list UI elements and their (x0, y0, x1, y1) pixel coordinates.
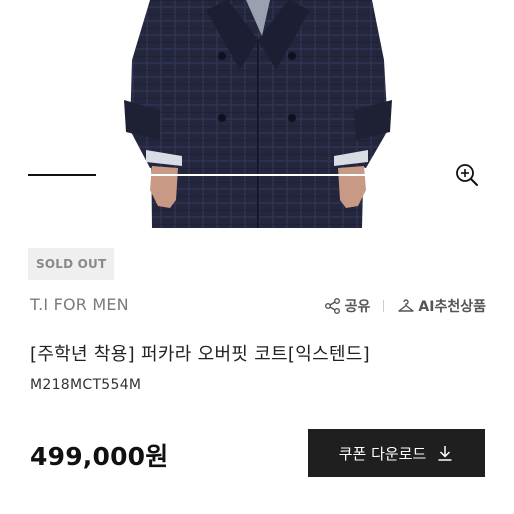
product-actions: 공유 AI추천상품 (324, 296, 486, 316)
coupon-download-button[interactable]: 쿠폰 다운로드 (308, 429, 485, 477)
share-icon (324, 298, 340, 314)
share-label: 공유 (344, 299, 371, 315)
product-image[interactable] (0, 0, 514, 228)
coupon-download-label: 쿠폰 다운로드 (338, 444, 427, 463)
product-code: M218MCT554M (30, 377, 142, 393)
ai-recommend-label: AI추천상품 (418, 299, 486, 315)
share-button[interactable]: 공유 (324, 296, 371, 316)
gallery-progress (28, 174, 370, 176)
zoom-button[interactable] (450, 158, 484, 192)
hanger-icon (398, 299, 415, 312)
status-badge: SOLD OUT (28, 248, 115, 280)
zoom-in-icon (456, 164, 478, 186)
product-price: 499,000원 (30, 442, 169, 471)
download-icon (438, 446, 452, 461)
ai-recommend-button[interactable]: AI추천상품 (397, 296, 486, 316)
brand-link[interactable]: T.I FOR MEN (30, 295, 129, 314)
action-divider (383, 300, 385, 312)
product-title: [주학년 착용] 퍼카라 오버핏 코트[익스텐드] (30, 344, 370, 365)
